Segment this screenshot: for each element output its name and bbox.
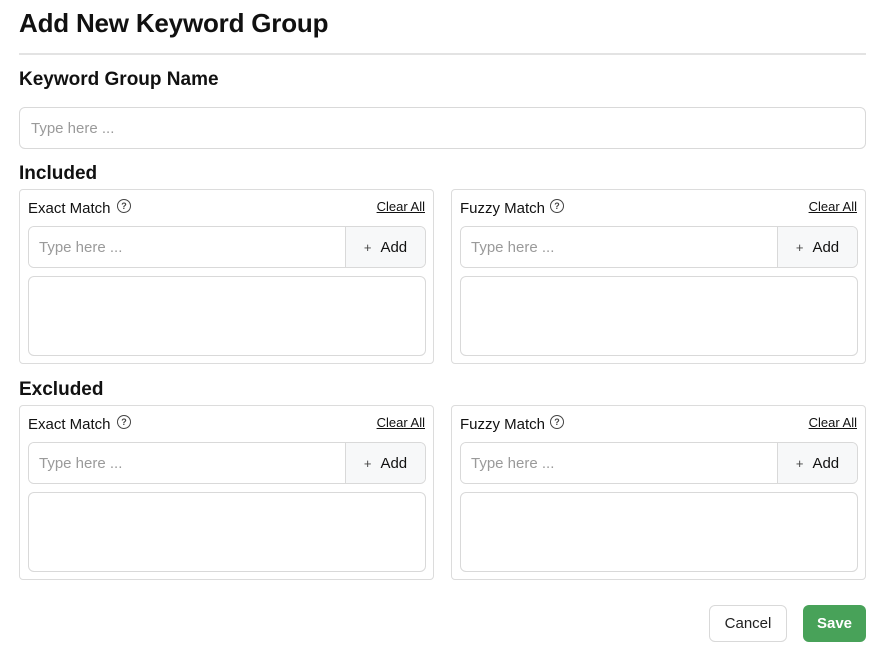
excluded-exact-keyword-input[interactable] <box>29 443 346 483</box>
cancel-button[interactable]: Cancel <box>709 605 787 642</box>
plus-icon: + <box>363 239 372 255</box>
excluded-fuzzy-clear-all-link[interactable]: Clear All <box>809 415 857 430</box>
excluded-exact-keyword-list[interactable] <box>28 492 426 572</box>
included-fuzzy-keyword-input[interactable] <box>461 227 778 267</box>
add-button-label: Add <box>380 454 408 472</box>
plus-icon: + <box>363 455 372 471</box>
excluded-exact-add-button[interactable]: + Add <box>345 443 425 483</box>
included-exact-keyword-list[interactable] <box>28 276 426 356</box>
included-fuzzy-keyword-list[interactable] <box>460 276 858 356</box>
excluded-fuzzy-match-title: Fuzzy Match <box>460 416 546 433</box>
keyword-group-name-label: Keyword Group Name <box>19 69 219 90</box>
included-fuzzy-match-title: Fuzzy Match <box>460 200 546 217</box>
plus-icon: + <box>795 239 804 255</box>
question-circle-icon[interactable]: ? <box>550 199 564 213</box>
included-fuzzy-input-group: + Add <box>460 226 858 268</box>
excluded-exact-input-group: + Add <box>28 442 426 484</box>
header-divider <box>19 53 866 55</box>
excluded-section-title: Excluded <box>19 379 104 400</box>
excluded-exact-clear-all-link[interactable]: Clear All <box>377 415 425 430</box>
excluded-fuzzy-keyword-list[interactable] <box>460 492 858 572</box>
excluded-exact-match-title: Exact Match <box>28 416 111 433</box>
add-button-label: Add <box>812 238 840 256</box>
included-exact-clear-all-link[interactable]: Clear All <box>377 199 425 214</box>
question-circle-icon[interactable]: ? <box>550 415 564 429</box>
included-exact-keyword-input[interactable] <box>29 227 346 267</box>
included-fuzzy-add-button[interactable]: + Add <box>777 227 857 267</box>
excluded-exact-match-card: Exact Match ? Clear All + Add <box>19 405 434 580</box>
add-button-label: Add <box>812 454 840 472</box>
included-fuzzy-clear-all-link[interactable]: Clear All <box>809 199 857 214</box>
included-section-title: Included <box>19 163 98 184</box>
question-circle-icon[interactable]: ? <box>117 415 131 429</box>
excluded-fuzzy-add-button[interactable]: + Add <box>777 443 857 483</box>
question-circle-icon[interactable]: ? <box>117 199 131 213</box>
included-exact-add-button[interactable]: + Add <box>345 227 425 267</box>
included-exact-match-card: Exact Match ? Clear All + Add <box>19 189 434 364</box>
included-exact-input-group: + Add <box>28 226 426 268</box>
excluded-fuzzy-keyword-input[interactable] <box>461 443 778 483</box>
included-exact-match-title: Exact Match <box>28 200 111 217</box>
dialog-title: Add New Keyword Group <box>19 8 329 38</box>
keyword-group-name-input[interactable] <box>19 107 866 149</box>
add-button-label: Add <box>380 238 408 256</box>
excluded-fuzzy-input-group: + Add <box>460 442 858 484</box>
excluded-fuzzy-match-card: Fuzzy Match ? Clear All + Add <box>451 405 866 580</box>
plus-icon: + <box>795 455 804 471</box>
save-button[interactable]: Save <box>803 605 866 642</box>
included-fuzzy-match-card: Fuzzy Match ? Clear All + Add <box>451 189 866 364</box>
